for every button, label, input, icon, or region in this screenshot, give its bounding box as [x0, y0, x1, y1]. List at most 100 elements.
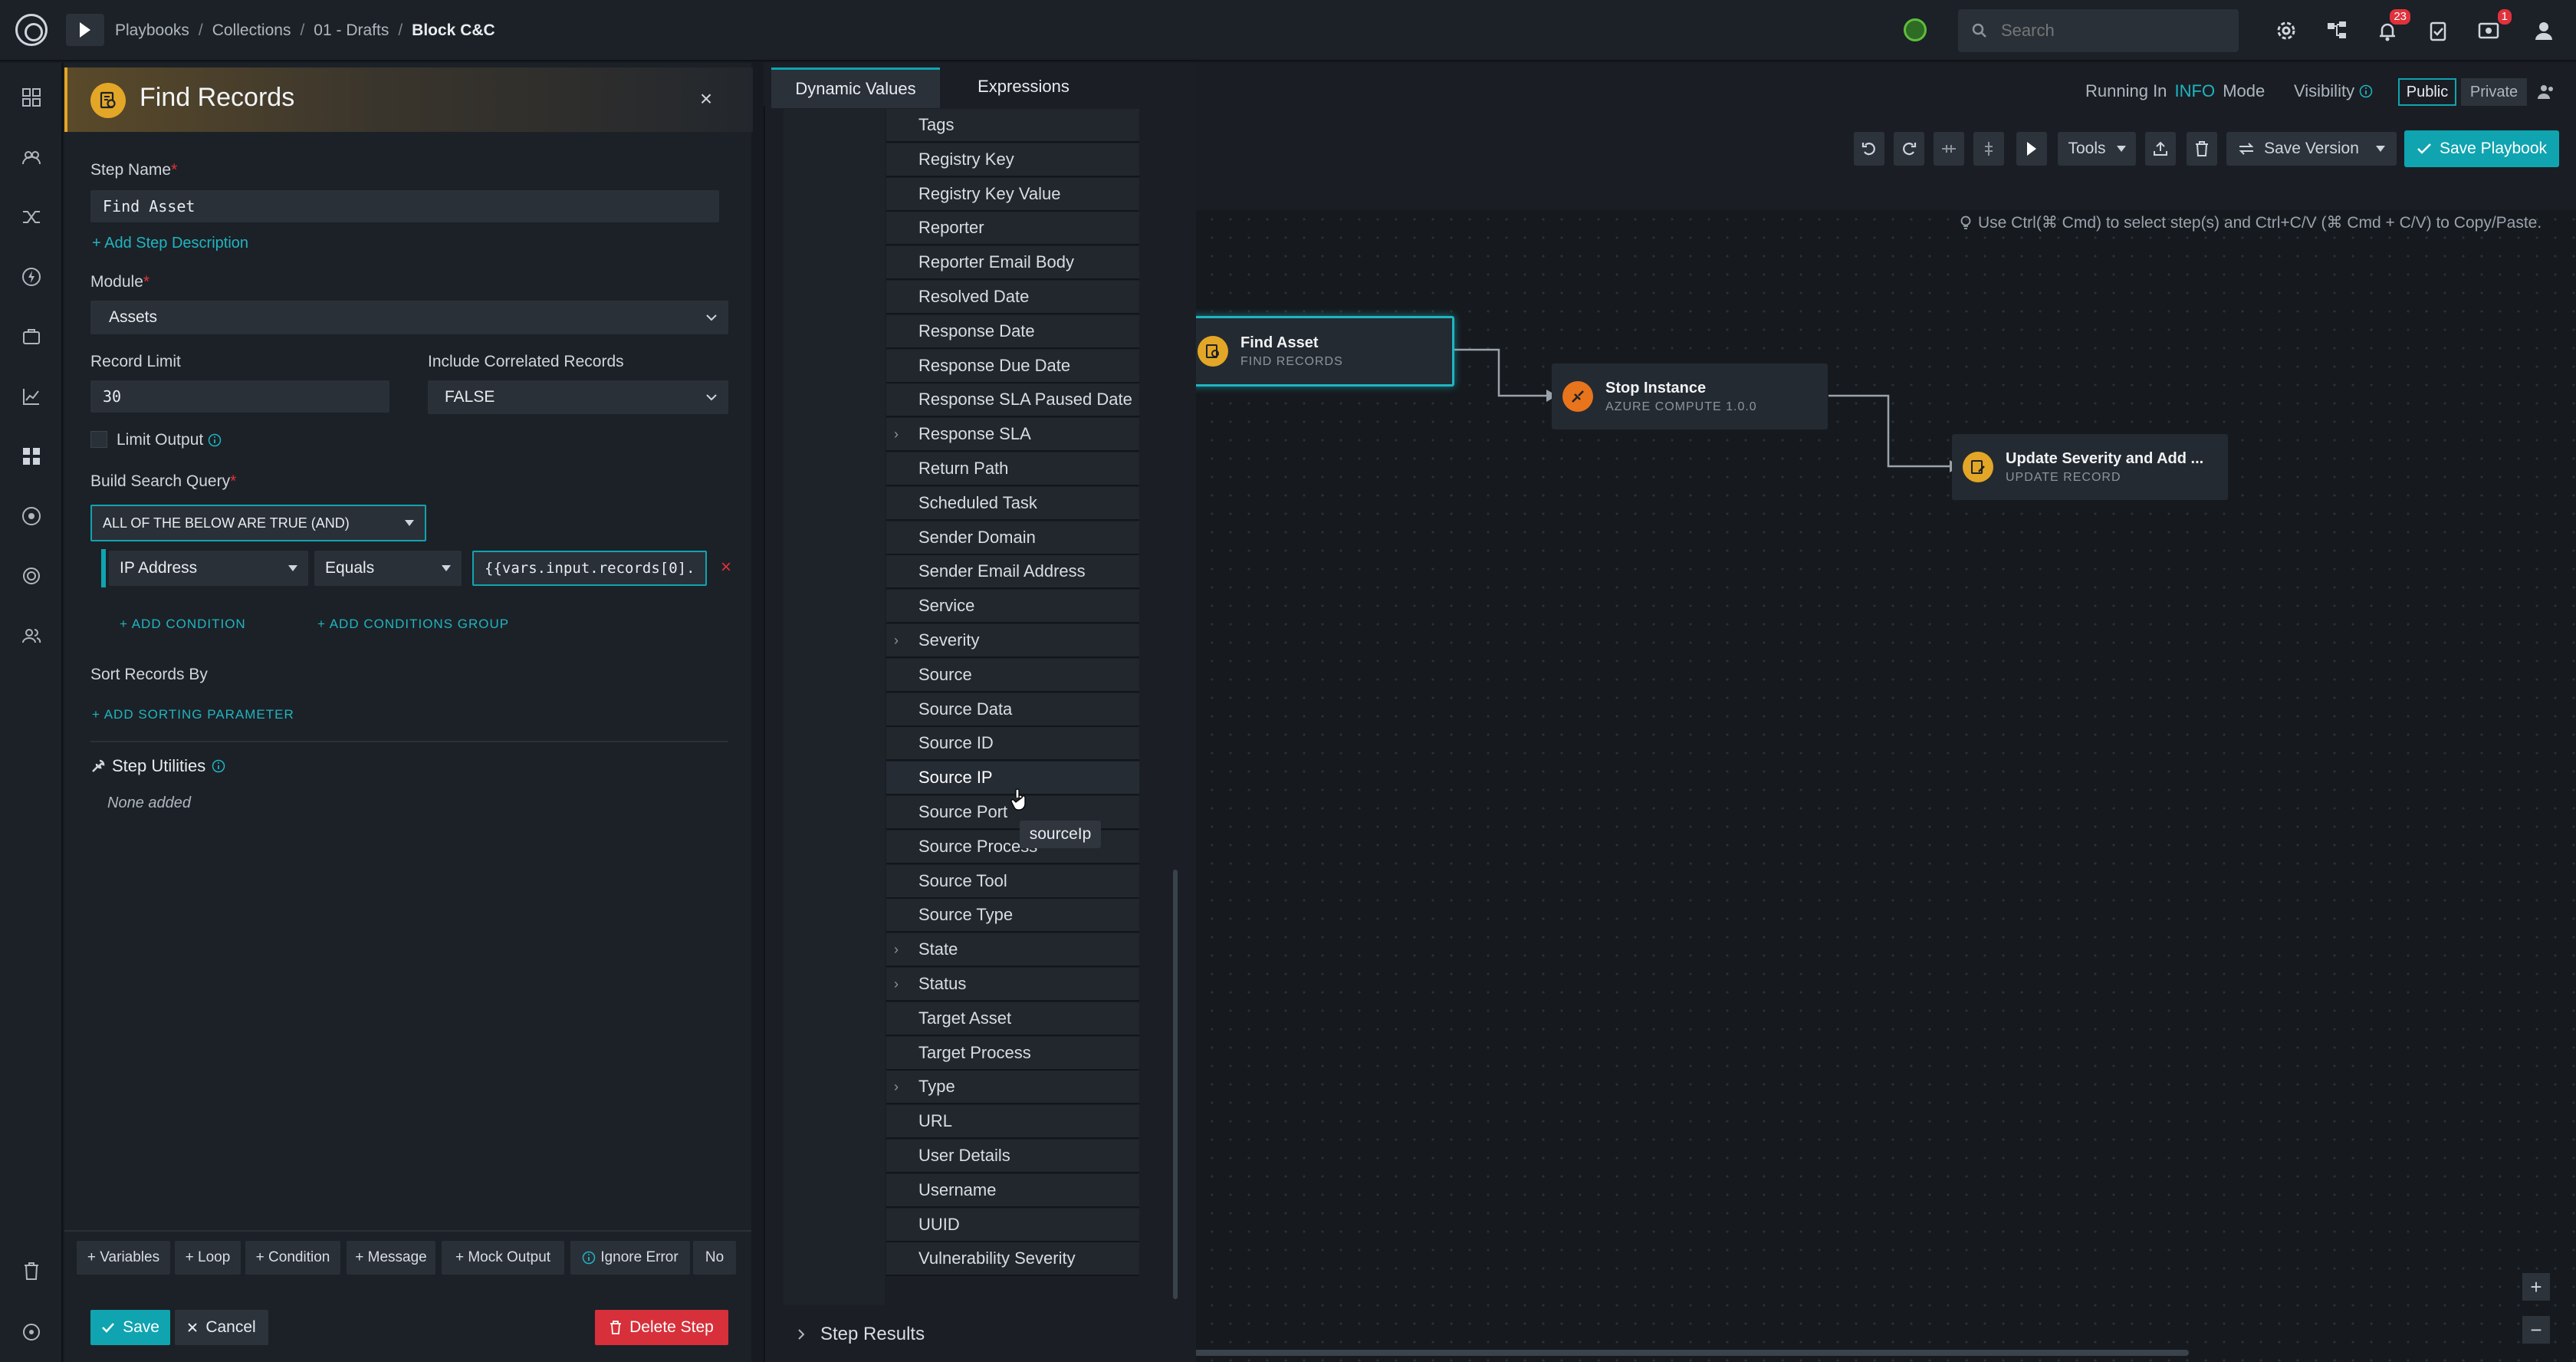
search-input[interactable]: [1999, 20, 2217, 41]
dynamic-value-item[interactable]: Target Asset: [886, 1002, 1139, 1036]
breadcrumb-drafts[interactable]: 01 - Drafts: [314, 21, 389, 40]
threat-intel-icon[interactable]: [15, 500, 48, 532]
chevron-right-icon[interactable]: ›: [894, 976, 899, 992]
breadcrumb-playbooks[interactable]: Playbooks: [115, 21, 189, 40]
module-select[interactable]: Assets: [90, 301, 728, 334]
dynamic-values-scrollbar[interactable]: [1173, 870, 1178, 1299]
integrations-icon[interactable]: [15, 560, 48, 592]
step-node-update-severity[interactable]: Update Severity and Add ... UPDATE RECOR…: [1952, 434, 2228, 500]
delete-step-button[interactable]: Delete Step: [595, 1310, 728, 1345]
dynamic-value-item[interactable]: Source Type: [886, 899, 1139, 933]
add-mock-output-button[interactable]: + Mock Output: [442, 1241, 564, 1275]
help-icon[interactable]: [15, 1316, 48, 1348]
query-logic-select[interactable]: ALL OF THE BELOW ARE TRUE (AND): [90, 505, 426, 541]
tab-expressions[interactable]: Expressions: [943, 67, 1104, 106]
dynamic-value-item[interactable]: › Response SLA: [886, 418, 1139, 452]
ignore-error-toggle[interactable]: Ignore Error: [570, 1241, 690, 1275]
canvas-horizontal-scrollbar[interactable]: [1184, 1350, 2189, 1356]
undo-button[interactable]: [1854, 132, 1884, 166]
condition-value-field[interactable]: {{vars.input.records[0].: [472, 551, 707, 586]
add-conditions-group-link[interactable]: + ADD CONDITIONS GROUP: [317, 617, 509, 632]
dynamic-value-item[interactable]: User Details: [886, 1140, 1139, 1173]
dynamic-value-item[interactable]: Sender Email Address: [886, 555, 1139, 589]
add-variables-button[interactable]: + Variables: [77, 1241, 170, 1275]
step-node-find-asset[interactable]: Find Asset FIND RECORDS: [1184, 316, 1454, 387]
save-version-dropdown[interactable]: Save Version: [2226, 132, 2397, 166]
add-message-button[interactable]: + Message: [347, 1241, 435, 1275]
add-condition-link[interactable]: + ADD CONDITION: [120, 617, 246, 632]
add-condition-button[interactable]: + Condition: [245, 1241, 340, 1275]
dynamic-value-item[interactable]: Sender Domain: [886, 521, 1139, 555]
chevron-right-icon[interactable]: ›: [894, 942, 899, 958]
dynamic-value-item[interactable]: › State: [886, 933, 1139, 967]
dynamic-value-item[interactable]: Scheduled Task: [886, 487, 1139, 521]
ignore-error-value[interactable]: No: [693, 1241, 736, 1275]
save-playbook-button[interactable]: Save Playbook: [2404, 130, 2559, 167]
hierarchy-icon[interactable]: [2320, 14, 2354, 48]
limit-output-checkbox[interactable]: [90, 431, 107, 448]
breadcrumb-collections[interactable]: Collections: [212, 21, 291, 40]
execute-button[interactable]: [2016, 132, 2047, 166]
info-icon[interactable]: [208, 433, 222, 447]
dynamic-value-item[interactable]: Registry Key Value: [886, 178, 1139, 212]
dynamic-value-item[interactable]: Target Process: [886, 1037, 1139, 1071]
chevron-right-icon[interactable]: ›: [894, 633, 899, 649]
condition-field-select[interactable]: IP Address: [109, 551, 308, 586]
dynamic-value-item[interactable]: Response Date: [886, 315, 1139, 349]
align-horizontal-button[interactable]: [1934, 132, 1964, 166]
redo-button[interactable]: [1894, 132, 1924, 166]
delete-playbook-button[interactable]: [2187, 132, 2217, 166]
mode-value[interactable]: INFO: [2175, 81, 2216, 100]
dynamic-value-item[interactable]: Response Due Date: [886, 350, 1139, 383]
add-sorting-parameter-link[interactable]: + ADD SORTING PARAMETER: [92, 707, 294, 722]
chevron-right-icon[interactable]: ›: [894, 426, 899, 442]
trash-icon[interactable]: [15, 1255, 48, 1287]
dynamic-value-item[interactable]: Return Path: [886, 452, 1139, 486]
dynamic-value-item[interactable]: Username: [886, 1174, 1139, 1208]
cases-briefcase-icon[interactable]: [15, 321, 48, 353]
dynamic-value-item[interactable]: Service: [886, 590, 1139, 623]
dynamic-value-item[interactable]: Source: [886, 659, 1139, 693]
remove-condition-icon[interactable]: ×: [718, 557, 734, 577]
dynamic-value-item[interactable]: Vulnerability Severity: [886, 1242, 1139, 1276]
dynamic-value-item[interactable]: › Status: [886, 968, 1139, 1002]
users-icon[interactable]: [15, 620, 48, 652]
step-node-stop-instance[interactable]: Stop Instance AZURE COMPUTE 1.0.0: [1552, 364, 1828, 429]
cancel-step-button[interactable]: Cancel: [175, 1310, 268, 1345]
global-search[interactable]: [1958, 9, 2239, 52]
system-settings-icon[interactable]: 1: [2472, 9, 2512, 48]
tools-dropdown[interactable]: Tools: [2058, 132, 2136, 166]
zoom-in-button[interactable]: +: [2522, 1273, 2550, 1301]
run-playbook-button[interactable]: [66, 14, 104, 46]
record-limit-field[interactable]: 30: [90, 380, 389, 413]
dynamic-value-item[interactable]: Resolved Date: [886, 281, 1139, 314]
playbooks-shuffle-icon[interactable]: [15, 201, 48, 233]
info-icon[interactable]: [212, 759, 225, 773]
dynamic-value-item[interactable]: Source Data: [886, 693, 1139, 727]
gear-icon[interactable]: [2269, 14, 2303, 48]
add-loop-button[interactable]: + Loop: [175, 1241, 241, 1275]
notifications-bell-icon[interactable]: 23: [2371, 9, 2410, 48]
step-name-field[interactable]: Find Asset: [90, 190, 719, 222]
tasks-clipboard-icon[interactable]: [2421, 14, 2455, 48]
dynamic-value-item[interactable]: Source Tool: [886, 865, 1139, 899]
include-correlated-select[interactable]: FALSE: [428, 380, 728, 414]
automation-bolt-icon[interactable]: [15, 261, 48, 293]
condition-operator-select[interactable]: Equals: [314, 551, 462, 586]
align-vertical-button[interactable]: [1973, 132, 2004, 166]
dynamic-value-item[interactable]: UUID: [886, 1209, 1139, 1242]
app-logo-icon[interactable]: [15, 14, 48, 46]
dynamic-value-item[interactable]: Tags: [886, 109, 1139, 143]
dynamic-value-item[interactable]: Reporter: [886, 212, 1139, 245]
zoom-out-button[interactable]: −: [2522, 1316, 2550, 1344]
collaborators-icon[interactable]: [2535, 80, 2558, 103]
dashboard-icon[interactable]: [15, 81, 48, 114]
dynamic-value-item[interactable]: Response SLA Paused Date: [886, 383, 1139, 417]
system-status-icon[interactable]: [1904, 18, 1927, 41]
visibility-private-toggle[interactable]: Private: [2461, 78, 2527, 106]
dynamic-value-item[interactable]: Reporter Email Body: [886, 246, 1139, 280]
dynamic-value-item[interactable]: Source Process: [886, 831, 1139, 864]
tab-dynamic-values[interactable]: Dynamic Values: [771, 67, 940, 108]
apps-grid-icon[interactable]: [15, 440, 48, 472]
add-step-description-link[interactable]: + Add Step Description: [92, 235, 248, 252]
